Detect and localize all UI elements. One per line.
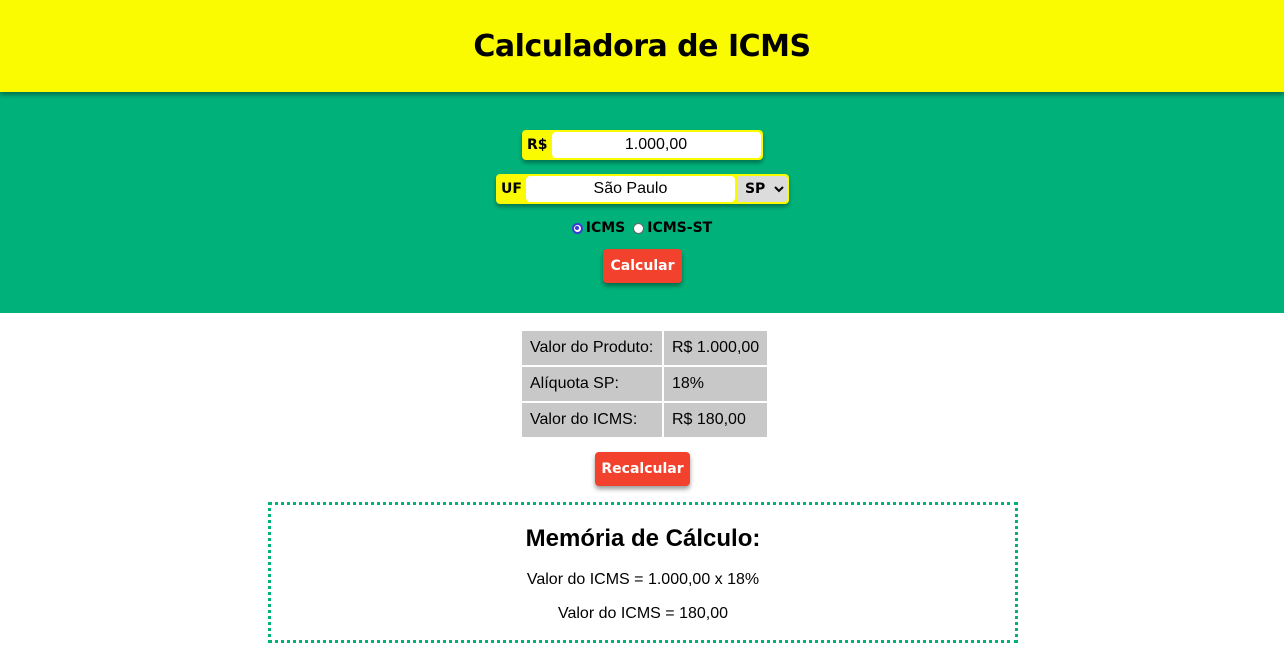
table-row: Valor do ICMS: R$ 180,00 — [522, 403, 768, 437]
uf-field: UF SP — [496, 174, 789, 204]
results-table: Valor do Produto: R$ 1.000,00 Alíquota S… — [520, 329, 769, 439]
page-title: Calculadora de ICMS — [473, 28, 811, 64]
result-label: Alíquota SP: — [522, 367, 662, 401]
app-header: Calculadora de ICMS — [0, 0, 1284, 92]
recalculate-button[interactable]: Recalcular — [595, 452, 690, 486]
result-label: Valor do Produto: — [522, 331, 662, 365]
radio-icms-st-label[interactable]: ICMS-ST — [647, 220, 712, 236]
calculation-memory-box: Memória de Cálculo: Valor do ICMS = 1.00… — [268, 502, 1018, 643]
radio-icms-st-indicator[interactable] — [633, 222, 645, 234]
uf-select[interactable]: SP — [736, 176, 787, 202]
memory-title: Memória de Cálculo: — [525, 525, 761, 552]
result-value: R$ 180,00 — [664, 403, 768, 437]
uf-prefix: UF — [501, 181, 522, 197]
product-value-input[interactable] — [551, 132, 761, 158]
state-name-input[interactable] — [525, 176, 735, 202]
memory-line: Valor do ICMS = 1.000,00 x 18% — [526, 571, 760, 588]
table-row: Valor do Produto: R$ 1.000,00 — [522, 331, 768, 365]
radio-icms-indicator[interactable] — [571, 222, 583, 234]
tax-type-radio-group: ICMS ICMS-ST — [0, 220, 1284, 236]
result-label: Valor do ICMS: — [522, 403, 662, 437]
currency-prefix: R$ — [527, 137, 548, 153]
result-value: R$ 1.000,00 — [664, 331, 768, 365]
calculate-button[interactable]: Calcular — [603, 249, 682, 283]
result-value: 18% — [664, 367, 768, 401]
table-row: Alíquota SP: 18% — [522, 367, 768, 401]
memory-line: Valor do ICMS = 180,00 — [557, 605, 729, 622]
radio-icms-st[interactable]: ICMS-ST — [633, 220, 712, 236]
calculator-form: R$ UF SP ICMS ICMS-ST Calcular — [0, 92, 1284, 313]
product-value-field: R$ — [522, 130, 763, 160]
radio-icms[interactable]: ICMS — [571, 220, 626, 236]
radio-icms-label[interactable]: ICMS — [586, 220, 626, 236]
